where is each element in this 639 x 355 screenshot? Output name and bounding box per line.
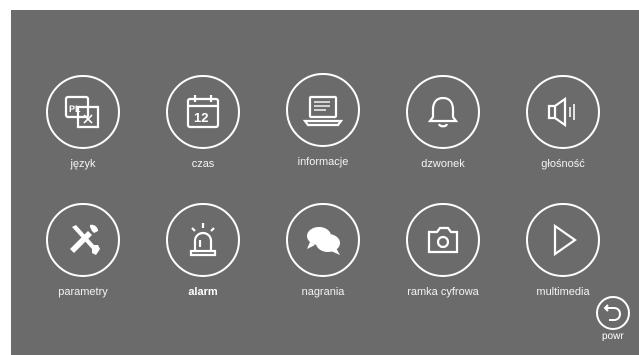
menu-label-alarm: alarm (188, 286, 218, 298)
play-icon (553, 223, 577, 257)
menu-item-multimedia[interactable]: multimedia (508, 203, 618, 313)
language-icon: PL (64, 95, 100, 129)
menu-label-parameters: parametry (58, 286, 108, 298)
calendar-icon: 12 (186, 95, 220, 129)
alarm-button[interactable] (166, 203, 240, 277)
menu-item-doorbell[interactable]: dzwonek (388, 75, 498, 185)
settings-panel: PL język 12 czas informacje dzwonek głoś… (11, 10, 639, 355)
back-label: powr (602, 331, 624, 342)
multimedia-button[interactable] (526, 203, 600, 277)
menu-label-time: czas (191, 158, 215, 170)
parameters-button[interactable] (46, 203, 120, 277)
menu-item-info[interactable]: informacje (268, 73, 378, 183)
calendar-day: 12 (194, 110, 208, 125)
menu-item-parameters[interactable]: parametry (28, 203, 138, 313)
siren-icon (189, 223, 217, 257)
camera-icon (427, 226, 459, 254)
menu-item-alarm[interactable]: alarm (148, 203, 258, 313)
menu-label-doorbell: dzwonek (421, 158, 465, 170)
language-icon-text: PL (69, 104, 81, 114)
menu-item-photo-frame[interactable]: ramka cyfrowa (388, 203, 498, 313)
doorbell-button[interactable] (406, 75, 480, 149)
speech-bubbles-icon (307, 227, 340, 255)
back-button[interactable] (596, 296, 630, 330)
menu-label-recordings: nagrania (301, 286, 345, 298)
menu-item-recordings[interactable]: nagrania (268, 203, 378, 313)
menu-label-info: informacje (297, 156, 349, 168)
menu-label-photo-frame: ramka cyfrowa (407, 286, 479, 298)
menu-item-time[interactable]: 12 czas (148, 75, 258, 185)
volume-button[interactable] (526, 75, 600, 149)
time-button[interactable]: 12 (166, 75, 240, 149)
menu-label-volume: głośność (541, 158, 585, 170)
menu-item-language[interactable]: PL język (28, 75, 138, 185)
laptop-icon (302, 95, 344, 127)
language-button[interactable]: PL (46, 75, 120, 149)
menu-label-language: język (70, 158, 96, 170)
bell-icon (427, 96, 459, 128)
tools-icon (70, 224, 100, 255)
photo-frame-button[interactable] (406, 203, 480, 277)
menu-item-volume[interactable]: głośność (508, 75, 618, 185)
speaker-icon (547, 96, 575, 128)
info-button[interactable] (286, 73, 360, 147)
recordings-button[interactable] (286, 203, 360, 277)
back-arrow-icon (603, 304, 622, 321)
